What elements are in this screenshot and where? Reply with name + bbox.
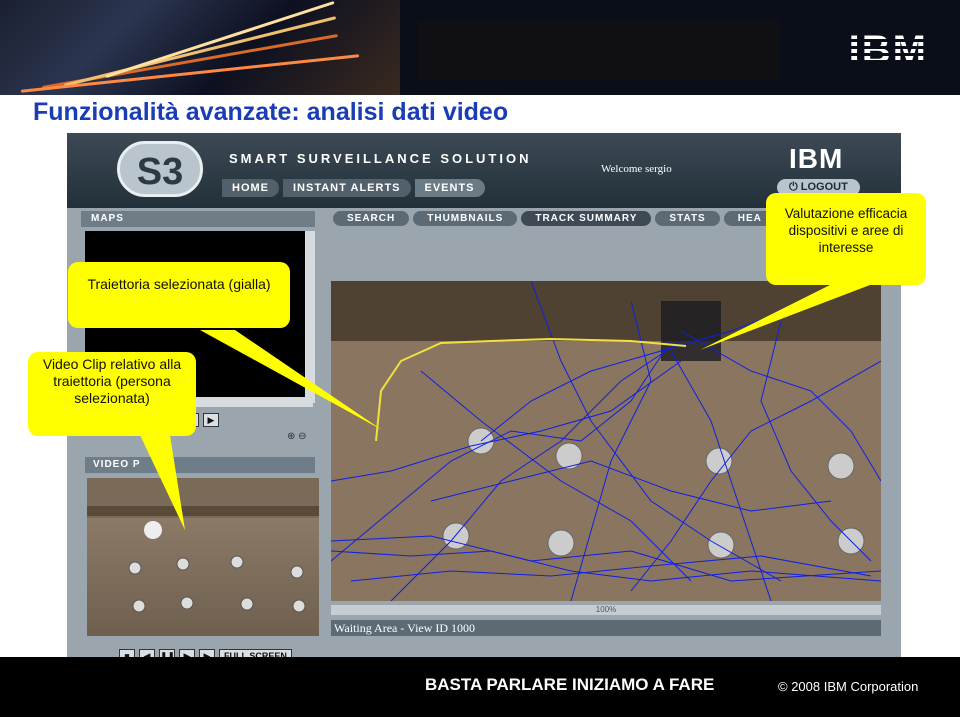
callout-trajectory: Traiettoria selezionata (gialla)	[68, 262, 290, 328]
city-lights-photo	[0, 0, 400, 95]
app-title: SMART SURVEILLANCE SOLUTION	[229, 151, 532, 166]
callout-videoclip: Video Clip relativo alla traiettoria (pe…	[28, 352, 196, 436]
zoom-controls: ⊕ ⊖	[287, 431, 307, 442]
selected-yellow-trajectory	[375, 337, 687, 442]
play-icon[interactable]: ▶	[203, 413, 219, 427]
nav-instant-alerts[interactable]: INSTANT ALERTS	[283, 179, 411, 197]
blue-trajectories	[331, 281, 881, 601]
copyright: © 2008 IBM Corporation	[778, 679, 919, 694]
video-frame-scene	[87, 506, 319, 613]
maps-panel-header: MAPS	[81, 211, 315, 227]
map-horizontal-scrollbar[interactable]	[189, 397, 313, 407]
app-ibm-logo: IBM	[789, 143, 844, 174]
logout-label: LOGOUT	[800, 181, 848, 193]
map-vertical-scrollbar[interactable]	[305, 231, 315, 403]
waiting-area-chairs	[442, 427, 865, 559]
video-player-header: VIDEO P	[85, 457, 315, 473]
zoom-out-icon[interactable]: ⊖	[298, 431, 306, 442]
s3-logo: S3	[117, 141, 203, 197]
callout-efficacy: Valutazione efficacia dispositivi e aree…	[766, 193, 926, 285]
ibm-logo: IBM	[848, 28, 928, 72]
video-progress-bar[interactable]: 100%	[331, 605, 881, 615]
view-tabs: SEARCH THUMBNAILS TRACK SUMMARY STATS HE…	[333, 211, 776, 226]
footer-text: BASTA PARLARE INIZIAMO A FARE	[425, 675, 715, 694]
selected-person	[144, 521, 162, 539]
zoom-in-icon[interactable]: ⊕	[287, 431, 295, 442]
nav-home[interactable]: HOME	[222, 179, 279, 197]
tab-stats[interactable]: STATS	[655, 211, 720, 226]
trajectory-overlay	[331, 281, 881, 601]
main-nav: HOME INSTANT ALERTS EVENTS	[222, 179, 485, 197]
banner-dark-box	[418, 20, 780, 80]
slide-title: Funzionalità avanzate: analisi dati vide…	[33, 98, 509, 126]
welcome-text: Welcome sergio	[601, 163, 672, 175]
slide-banner: IBM	[0, 0, 960, 95]
track-summary-view[interactable]	[331, 281, 881, 601]
video-player-view[interactable]	[87, 478, 319, 636]
tab-search[interactable]: SEARCH	[333, 211, 410, 226]
view-label: Waiting Area - View ID 1000	[331, 620, 881, 636]
tab-track-summary[interactable]: TRACK SUMMARY	[521, 211, 652, 226]
tab-thumbnails[interactable]: THUMBNAILS	[413, 211, 518, 226]
nav-events[interactable]: EVENTS	[414, 179, 485, 197]
